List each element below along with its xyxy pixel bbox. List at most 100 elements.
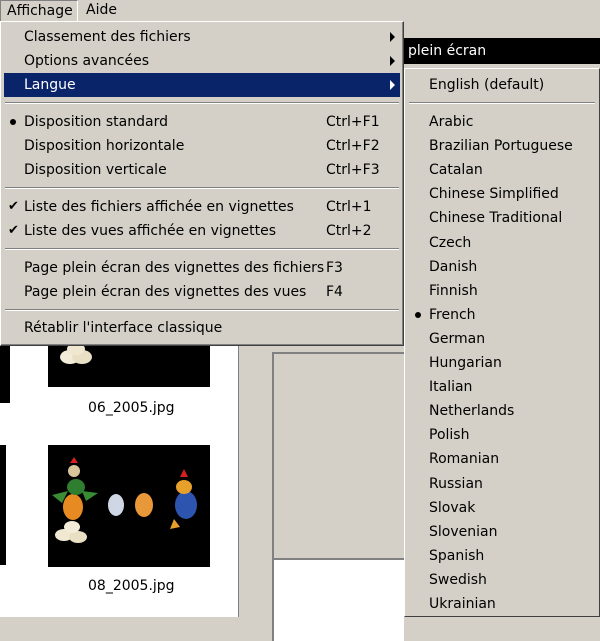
submenu-item-chinese-traditional[interactable]: Chinese Traditional	[408, 206, 598, 230]
menu-item-shortcut: Ctrl+F1	[326, 114, 380, 130]
submenu-item-label: Netherlands	[429, 403, 515, 419]
splitter[interactable]	[238, 345, 259, 617]
menu-aide[interactable]: Aide	[80, 0, 123, 22]
menubar: Affichage Aide	[0, 0, 600, 22]
menu-item-liste-fichiers[interactable]: ✔ Liste des fichiers affichée en vignett…	[4, 195, 400, 219]
menu-item-label: Langue	[24, 77, 76, 93]
submenu-item-russian[interactable]: Russian	[408, 472, 598, 496]
submenu-item-label: English (default)	[429, 77, 545, 93]
submenu-item-catalan[interactable]: Catalan	[408, 158, 598, 182]
menu-separator	[5, 102, 399, 104]
submenu-item-brazilian-portuguese[interactable]: Brazilian Portuguese	[408, 134, 598, 158]
submenu-item-label: Slovak	[429, 500, 476, 516]
menu-item-label: Disposition verticale	[24, 162, 167, 178]
menu-separator	[409, 102, 595, 104]
thumbnail-08-image	[52, 457, 197, 543]
submenu-item-romanian[interactable]: Romanian	[408, 447, 598, 471]
submenu-item-label: French	[429, 307, 476, 323]
thumb-caption: 08_2005.jpg	[88, 578, 175, 594]
panel-title: plein écran	[400, 38, 600, 64]
submenu-item-german[interactable]: German	[408, 327, 598, 351]
menu-separator	[5, 309, 399, 311]
menu-affichage[interactable]: Affichage	[0, 0, 78, 22]
submenu-item-label: Russian	[429, 476, 483, 492]
submenu-item-swedish[interactable]: Swedish	[408, 568, 598, 592]
submenu-item-label: Finnish	[429, 283, 478, 299]
radio-bullet-icon	[10, 119, 16, 125]
thumbnail-06[interactable]	[48, 345, 210, 387]
menu-item-classement[interactable]: Classement des fichiers	[4, 25, 400, 49]
submenu-item-label: Catalan	[429, 162, 483, 178]
submenu-arrow-icon	[390, 32, 395, 42]
thumb-edge	[0, 345, 10, 403]
checkmark-icon: ✔	[8, 199, 19, 214]
menu-item-shortcut: F4	[326, 284, 343, 300]
submenu-item-arabic[interactable]: Arabic	[408, 110, 598, 134]
submenu-item-ukrainian[interactable]: Ukrainian	[408, 592, 598, 616]
submenu-item-english[interactable]: English (default)	[408, 73, 598, 97]
thumbnail-08[interactable]	[48, 445, 210, 567]
submenu-item-label: Romanian	[429, 451, 500, 467]
submenu-arrow-icon	[390, 80, 395, 90]
submenu-item-chinese-simplified[interactable]: Chinese Simplified	[408, 182, 598, 206]
menu-item-shortcut: Ctrl+F2	[326, 138, 380, 154]
menu-item-label: Disposition standard	[24, 114, 168, 130]
submenu-item-label: Swedish	[429, 572, 487, 588]
menu-item-label: Liste des vues affichée en vignettes	[24, 223, 277, 239]
checkmark-icon: ✔	[8, 223, 19, 238]
menu-item-shortcut: Ctrl+1	[326, 199, 372, 215]
submenu-item-label: Danish	[429, 259, 478, 275]
view-panel	[272, 352, 404, 564]
submenu-item-slovenian[interactable]: Slovenian	[408, 520, 598, 544]
menu-item-langue[interactable]: Langue	[4, 73, 400, 97]
thumbnail-06-image	[60, 345, 92, 364]
menu-item-disposition-standard[interactable]: Disposition standard Ctrl+F1	[4, 110, 400, 134]
submenu-item-finnish[interactable]: Finnish	[408, 279, 598, 303]
menu-item-disposition-verticale[interactable]: Disposition verticale Ctrl+F3	[4, 158, 400, 182]
menu-item-label: Disposition horizontale	[24, 138, 185, 154]
thumbnail-pane[interactable]: 06_2005.jpg 08_2005.jpg	[0, 345, 238, 617]
submenu-item-label: Spanish	[429, 548, 485, 564]
menu-separator	[5, 248, 399, 250]
menu-item-plein-ecran-fichiers[interactable]: Page plein écran des vignettes des fichi…	[4, 256, 400, 280]
submenu-item-label: Arabic	[429, 114, 474, 130]
menu-item-shortcut: Ctrl+2	[326, 223, 372, 239]
submenu-item-label: Chinese Traditional	[429, 210, 563, 226]
affichage-menu: Classement des fichiers Options avancées…	[0, 21, 404, 346]
submenu-item-label: German	[429, 331, 486, 347]
thumb-caption: 06_2005.jpg	[88, 400, 175, 416]
radio-bullet-icon	[415, 312, 421, 318]
submenu-item-slovak[interactable]: Slovak	[408, 496, 598, 520]
submenu-item-label: Polish	[429, 427, 470, 443]
submenu-arrow-icon	[390, 56, 395, 66]
submenu-item-label: Brazilian Portuguese	[429, 138, 573, 154]
submenu-item-spanish[interactable]: Spanish	[408, 544, 598, 568]
menu-item-label: Options avancées	[24, 53, 150, 69]
menu-item-shortcut: Ctrl+F3	[326, 162, 380, 178]
menu-item-label: Classement des fichiers	[24, 29, 191, 45]
submenu-item-label: Italian	[429, 379, 473, 395]
menu-item-liste-vues[interactable]: ✔ Liste des vues affichée en vignettes C…	[4, 219, 400, 243]
submenu-item-label: Chinese Simplified	[429, 186, 559, 202]
submenu-item-netherlands[interactable]: Netherlands	[408, 399, 598, 423]
submenu-item-danish[interactable]: Danish	[408, 255, 598, 279]
view-panel-white	[272, 558, 404, 641]
submenu-item-label: Czech	[429, 235, 472, 251]
menu-item-label: Liste des fichiers affichée en vignettes	[24, 199, 294, 215]
menu-item-label: Rétablir l'interface classique	[24, 320, 223, 336]
menu-item-options[interactable]: Options avancées	[4, 49, 400, 73]
menu-item-disposition-horizontale[interactable]: Disposition horizontale Ctrl+F2	[4, 134, 400, 158]
langue-submenu: English (default) Arabic Brazilian Portug…	[404, 68, 600, 617]
menu-item-label: Page plein écran des vignettes des fichi…	[24, 260, 325, 276]
submenu-item-polish[interactable]: Polish	[408, 423, 598, 447]
menu-item-retablir[interactable]: Rétablir l'interface classique	[4, 316, 400, 340]
menu-item-plein-ecran-vues[interactable]: Page plein écran des vignettes des vues …	[4, 280, 400, 304]
submenu-item-label: Ukrainian	[429, 596, 496, 612]
submenu-item-hungarian[interactable]: Hungarian	[408, 351, 598, 375]
submenu-item-label: Hungarian	[429, 355, 502, 371]
submenu-item-french[interactable]: French	[408, 303, 598, 327]
menu-item-label: Page plein écran des vignettes des vues	[24, 284, 307, 300]
submenu-item-czech[interactable]: Czech	[408, 231, 598, 255]
thumb-edge	[0, 445, 6, 565]
submenu-item-italian[interactable]: Italian	[408, 375, 598, 399]
